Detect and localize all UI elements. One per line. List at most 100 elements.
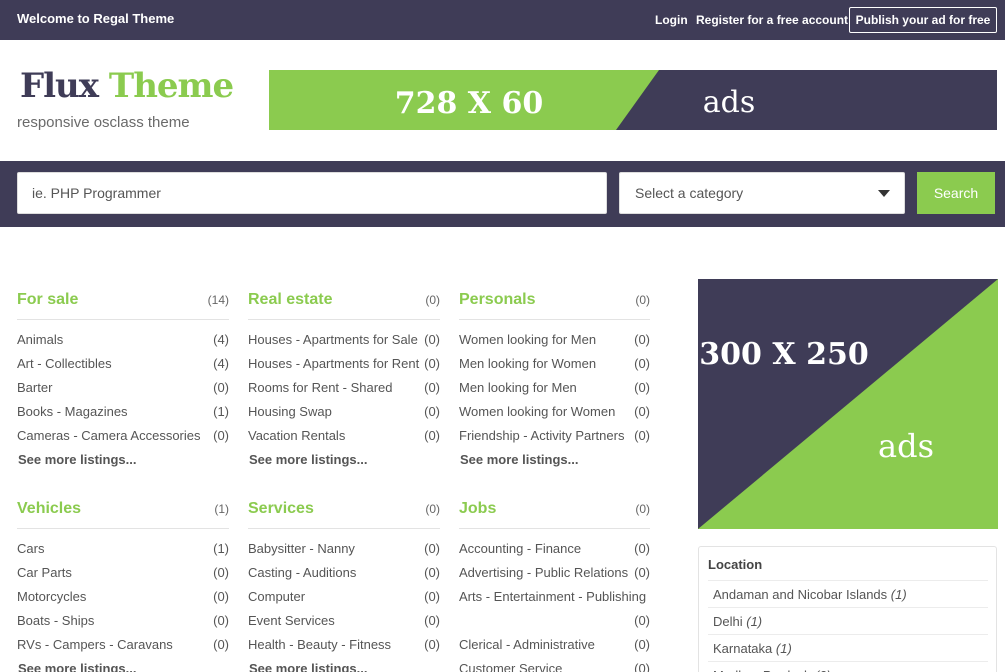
- sidebar-ad-ads-text: ads: [878, 427, 934, 465]
- subcategory-item[interactable]: Car Parts (0): [17, 565, 229, 585]
- see-more-link[interactable]: See more listings...: [249, 452, 368, 467]
- location-panel: Location Andaman and Nicobar Islands (1)…: [698, 546, 997, 672]
- subcategory-label: Health - Beauty - Fitness: [248, 637, 392, 652]
- subcategory-item[interactable]: Vacation Rentals (0): [248, 428, 440, 448]
- see-more-link[interactable]: See more listings...: [249, 661, 368, 672]
- register-link[interactable]: Register for a free account: [696, 13, 848, 27]
- subcategory-item[interactable]: Houses - Apartments for Sale (0): [248, 332, 440, 352]
- login-link[interactable]: Login: [655, 13, 688, 27]
- subcategory-count: (0): [213, 637, 229, 652]
- subcategory-label: Animals: [17, 332, 64, 347]
- category-count: (14): [207, 293, 229, 307]
- publish-ad-button[interactable]: Publish your ad for free: [849, 7, 997, 33]
- see-more-link[interactable]: See more listings...: [18, 661, 137, 672]
- location-item[interactable]: Madhya Pradesh (2): [708, 661, 988, 672]
- subcategory-count: (0): [213, 565, 229, 580]
- subcategory-count: (0): [634, 637, 650, 652]
- subcategory-label: Boats - Ships: [17, 613, 95, 628]
- subcategory-item[interactable]: Women looking for Men (0): [459, 332, 650, 352]
- subcategory-label: Art - Collectibles: [17, 356, 112, 371]
- subcategory-item[interactable]: Computer (0): [248, 589, 440, 609]
- search-input[interactable]: ie. PHP Programmer: [17, 172, 607, 214]
- subcategory-item[interactable]: Customer Service (0): [459, 661, 650, 672]
- subcategory-item[interactable]: Advertising - Public Relations (0): [459, 565, 650, 585]
- location-item[interactable]: Delhi (1): [708, 607, 988, 634]
- subcategory-label: Arts - Entertainment - Publishing: [459, 589, 647, 604]
- subcategory-label: Men looking for Men: [459, 380, 577, 395]
- search-button[interactable]: Search: [917, 172, 995, 214]
- subcategory-item[interactable]: Houses - Apartments for Rent (0): [248, 356, 440, 376]
- location-count: (1): [746, 614, 763, 629]
- subcategory-label: Computer: [248, 589, 306, 604]
- see-more-link[interactable]: See more listings...: [460, 452, 579, 467]
- category-count: (0): [635, 502, 650, 516]
- subcategory-item[interactable]: Arts - Entertainment - Publishing (0): [459, 589, 650, 628]
- subcategory-count: (0): [424, 613, 440, 628]
- sidebar-ad-size-text: 300 X 250: [699, 337, 868, 372]
- location-item[interactable]: Karnataka (1): [708, 634, 988, 661]
- category-block: Personals (0) Women looking for Men (0) Men …: [459, 288, 650, 467]
- subcategory-item[interactable]: Books - Magazines (1): [17, 404, 229, 424]
- sidebar-ad[interactable]: 300 X 250 ads: [698, 279, 998, 529]
- subcategory-count: (0): [424, 428, 440, 443]
- category-block: For sale (14) Animals (4) Art - Collectibles…: [17, 288, 229, 467]
- category-title-link[interactable]: Real estate: [248, 291, 333, 309]
- subcategory-label: Women looking for Men: [459, 332, 597, 347]
- subcategory-item[interactable]: Health - Beauty - Fitness (0): [248, 637, 440, 657]
- category-select[interactable]: Select a category: [619, 172, 905, 214]
- subcategory-item[interactable]: Cameras - Camera Accessories (0): [17, 428, 229, 448]
- category-count: (1): [214, 502, 229, 516]
- subcategory-count: (0): [424, 637, 440, 652]
- subcategory-item[interactable]: Boats - Ships (0): [17, 613, 229, 633]
- subcategory-item[interactable]: Event Services (0): [248, 613, 440, 633]
- category-header: Vehicles (1): [17, 497, 229, 529]
- subcategory-count: (0): [634, 380, 650, 395]
- category-count: (0): [635, 293, 650, 307]
- subcategory-item[interactable]: Clerical - Administrative (0): [459, 637, 650, 657]
- subcategory-item[interactable]: Casting - Auditions (0): [248, 565, 440, 585]
- category-title-link[interactable]: Services: [248, 500, 314, 518]
- category-title-link[interactable]: Jobs: [459, 500, 496, 518]
- subcategory-count: (4): [213, 332, 229, 347]
- location-name: Karnataka: [713, 641, 773, 656]
- subcategory-count: (0): [424, 589, 440, 604]
- category-block: Services (0) Babysitter - Nanny (0) Casting …: [248, 497, 440, 672]
- location-item[interactable]: Andaman and Nicobar Islands (1): [708, 580, 988, 607]
- subcategory-item[interactable]: Friendship - Activity Partners (0): [459, 428, 650, 448]
- subcategory-label: Barter: [17, 380, 53, 395]
- subcategory-item[interactable]: Barter (0): [17, 380, 229, 400]
- site-logo[interactable]: Flux Theme: [20, 66, 234, 106]
- banner-ad[interactable]: 728 X 60 ads: [269, 70, 997, 130]
- subcategory-item[interactable]: Women looking for Women (0): [459, 404, 650, 424]
- subcategory-count: (0): [634, 428, 650, 443]
- subcategory-count: (0): [424, 404, 440, 419]
- category-block: Real estate (0) Houses - Apartments for Sa…: [248, 288, 440, 467]
- category-title-link[interactable]: For sale: [17, 291, 78, 309]
- subcategory-label: Men looking for Women: [459, 356, 597, 371]
- location-count: (1): [775, 641, 792, 656]
- category-title-link[interactable]: Personals: [459, 291, 535, 309]
- subcategory-item[interactable]: Men looking for Women (0): [459, 356, 650, 376]
- subcategory-item[interactable]: Animals (4): [17, 332, 229, 352]
- subcategory-item[interactable]: RVs - Campers - Caravans (0): [17, 637, 229, 657]
- category-title-link[interactable]: Vehicles: [17, 500, 81, 518]
- see-more-link[interactable]: See more listings...: [18, 452, 137, 467]
- subcategory-item[interactable]: Art - Collectibles (4): [17, 356, 229, 376]
- subcategory-count: (0): [424, 541, 440, 556]
- subcategory-item[interactable]: Rooms for Rent - Shared (0): [248, 380, 440, 400]
- subcategory-count: (0): [424, 356, 440, 371]
- subcategory-item[interactable]: Housing Swap (0): [248, 404, 440, 424]
- subcategory-label: Motorcycles: [17, 589, 87, 604]
- subcategory-label: Women looking for Women: [459, 404, 616, 419]
- category-block: Jobs (0) Accounting - Finance (0) Advertisin…: [459, 497, 650, 672]
- subcategory-item[interactable]: Accounting - Finance (0): [459, 541, 650, 561]
- subcategory-label: Casting - Auditions: [248, 565, 357, 580]
- subcategory-count: (1): [213, 404, 229, 419]
- subcategory-item[interactable]: Men looking for Men (0): [459, 380, 650, 400]
- subcategory-label: Houses - Apartments for Rent: [248, 356, 420, 371]
- subcategory-item[interactable]: Motorcycles (0): [17, 589, 229, 609]
- subcategory-item[interactable]: Cars (1): [17, 541, 229, 561]
- subcategory-count: (0): [424, 380, 440, 395]
- subcategory-label: Books - Magazines: [17, 404, 128, 419]
- subcategory-item[interactable]: Babysitter - Nanny (0): [248, 541, 440, 561]
